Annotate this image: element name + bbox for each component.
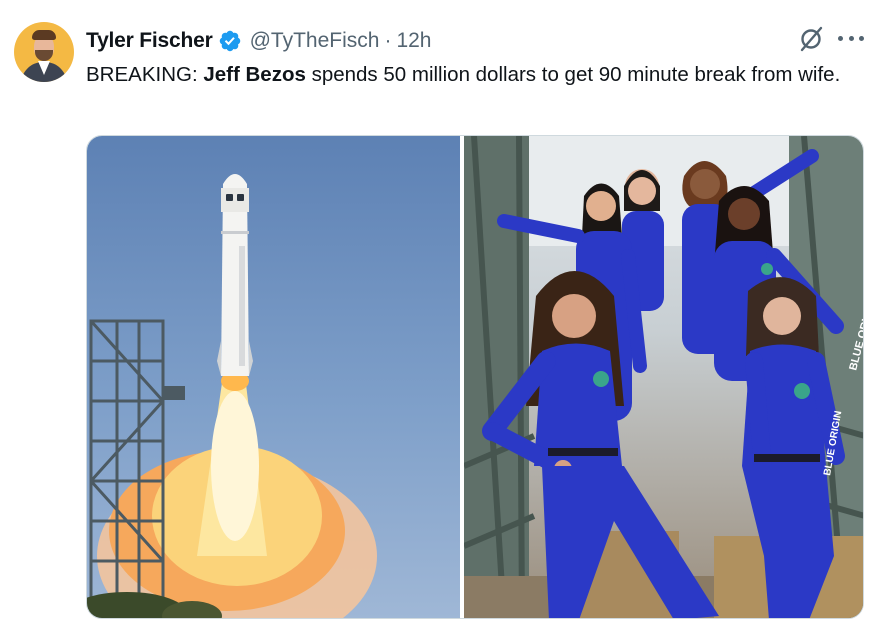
crew-group-photo[interactable]: BLUE ORIGIN BLUE ORIGIN <box>464 136 863 618</box>
timestamp[interactable]: 12h <box>396 29 431 53</box>
tweet-text-prefix: BREAKING: <box>86 63 204 86</box>
tweet-text-bold: Jeff Bezos <box>203 63 306 86</box>
author-name[interactable]: Tyler Fischer <box>86 29 213 53</box>
media-container: BLUE ORIGIN BLUE ORIGIN <box>86 135 864 619</box>
tweet-header: Tyler Fischer @TyTheFisch · 12h <box>86 27 431 55</box>
more-icon[interactable] <box>838 36 864 44</box>
grok-icon[interactable] <box>797 25 825 53</box>
tweet-text: BREAKING: Jeff Bezos spends 50 million d… <box>86 60 866 89</box>
tweet[interactable]: Tyler Fischer @TyTheFisch · 12h BREAKING… <box>0 0 880 622</box>
rocket-launch-photo[interactable] <box>87 136 460 618</box>
tweet-text-suffix: spends 50 million dollars to get 90 minu… <box>305 63 841 86</box>
verified-badge-icon <box>219 30 240 52</box>
avatar[interactable] <box>14 22 74 82</box>
header-separator: · <box>384 29 392 52</box>
author-handle[interactable]: @TyTheFisch <box>250 29 380 53</box>
